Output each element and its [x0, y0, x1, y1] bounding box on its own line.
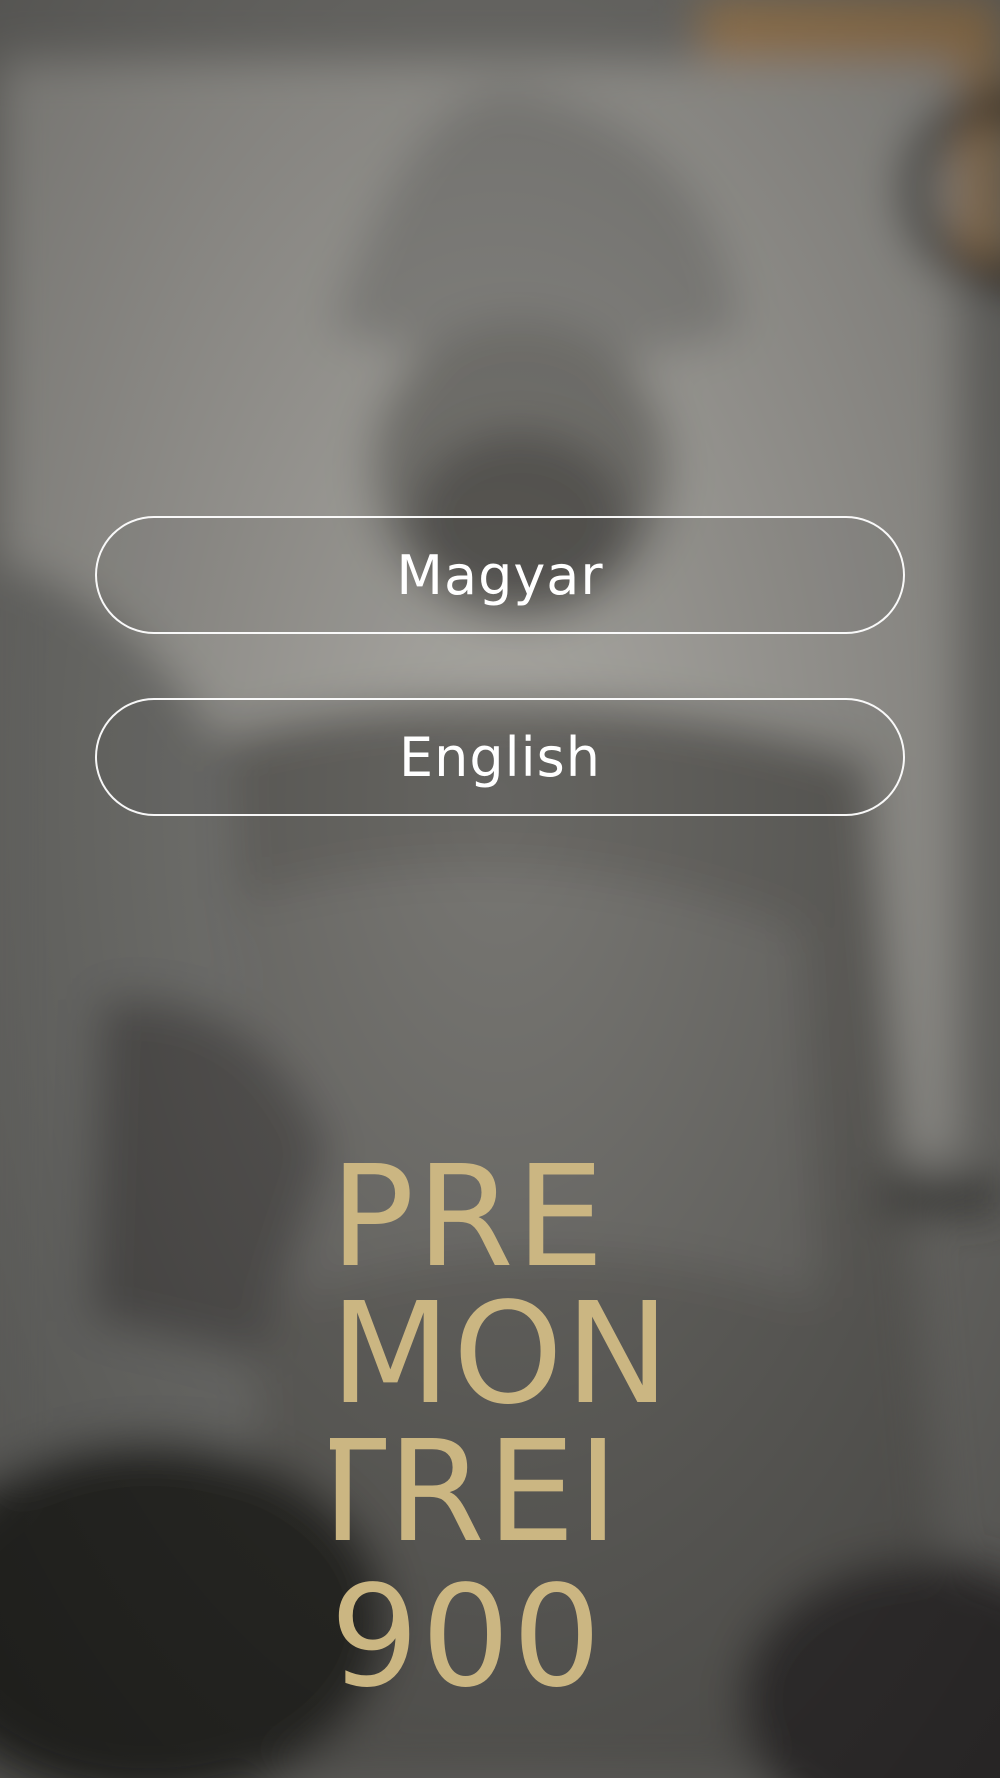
english-language-button[interactable]: English: [95, 698, 905, 816]
premontrei-900-logo: PRE MON TREI 900: [330, 1140, 670, 1700]
english-label: English: [399, 725, 601, 789]
logo-line-trei: TREI: [330, 1411, 621, 1574]
magyar-language-button[interactable]: Magyar: [95, 516, 905, 634]
magyar-label: Magyar: [396, 543, 604, 607]
logo-line-900: 900: [330, 1556, 603, 1700]
